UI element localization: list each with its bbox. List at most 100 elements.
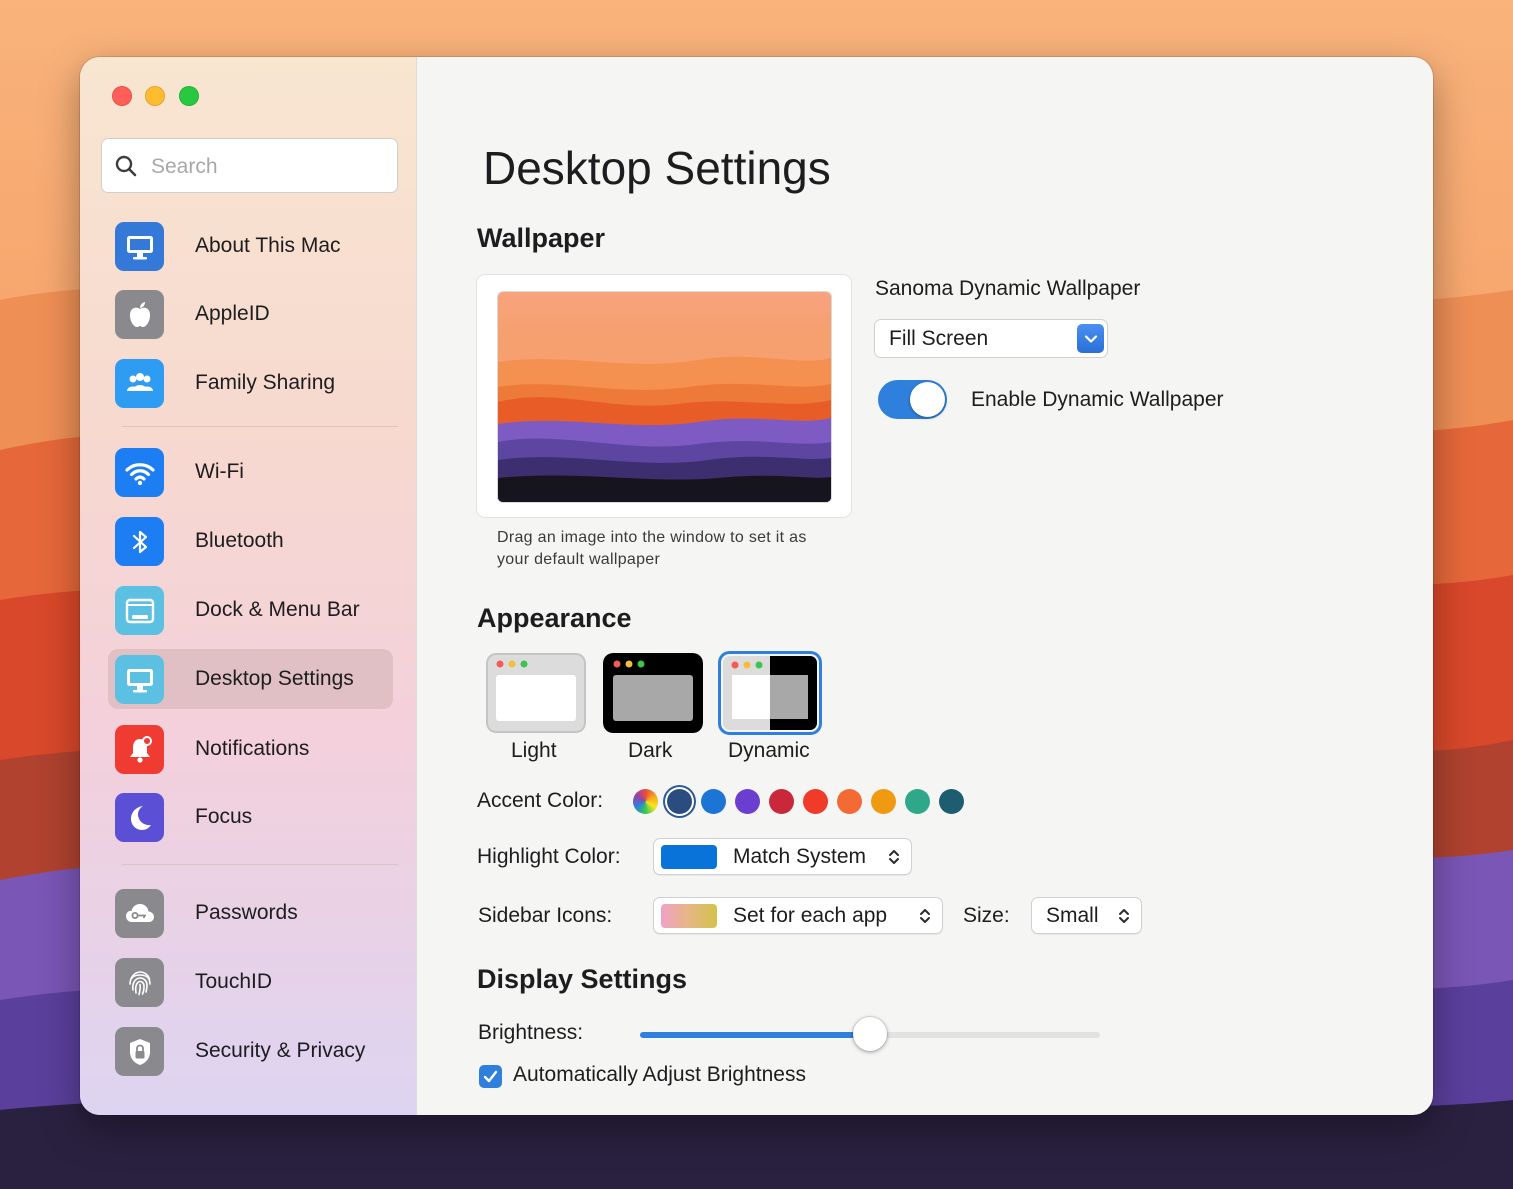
accent-color-swatch[interactable] [837, 789, 862, 814]
wifi-icon [115, 448, 164, 497]
dark-mode-thumbnail [603, 653, 703, 733]
popup-value: Set for each app [733, 904, 888, 927]
highlight-color-chip [661, 845, 717, 869]
minimize-window-button[interactable] [145, 86, 165, 106]
brightness-label: Brightness: [478, 1021, 584, 1044]
appearance-option-dark[interactable]: Dark [603, 653, 713, 773]
settings-window: About This Mac AppleID Family Sharing Wi… [80, 57, 1433, 1115]
sidebar-item-label: AppleID [195, 302, 270, 325]
up-down-chevron-icon [889, 850, 899, 864]
display-icon [115, 222, 164, 271]
sidebar-item-appleid[interactable]: AppleID [108, 284, 398, 344]
accent-color-swatch[interactable] [905, 789, 930, 814]
sidebar-item-notifications[interactable]: Notifications [108, 719, 398, 779]
accent-color-label: Accent Color: [477, 789, 604, 812]
sidebar-item-label: Dock & Menu Bar [195, 598, 360, 621]
search-input[interactable] [149, 139, 393, 194]
accent-color-swatch[interactable] [701, 789, 726, 814]
toggle-knob [910, 382, 945, 417]
search-icon [115, 155, 137, 177]
sidebar-item-label: Bluetooth [195, 529, 284, 552]
accent-color-swatch[interactable] [667, 789, 692, 814]
sidebar-item-focus[interactable]: Focus [108, 787, 398, 847]
appearance-label: Dynamic [728, 739, 810, 762]
sidebar-icons-chip [661, 904, 717, 928]
chevron-down-icon [1077, 324, 1104, 353]
accent-color-swatch[interactable] [939, 789, 964, 814]
appearance-option-dynamic[interactable]: Dynamic [718, 651, 830, 773]
lock-icon [115, 1027, 164, 1076]
checkmark-icon [483, 1070, 498, 1083]
sidebar-item-label: Focus [195, 805, 253, 828]
popup-value: Match System [733, 845, 867, 868]
sidebar-item-passwords[interactable]: Passwords [108, 883, 398, 943]
appearance-label: Light [511, 739, 557, 762]
dropdown-value: Fill Screen [889, 327, 989, 350]
dynamic-wallpaper-toggle[interactable] [878, 380, 947, 419]
appearance-heading: Appearance [477, 603, 632, 633]
sidebar-item-about-this-mac[interactable]: About This Mac [108, 216, 398, 276]
sidebar-item-bluetooth[interactable]: Bluetooth [108, 511, 398, 571]
dynamic-mode-thumbnail [718, 651, 822, 735]
sidebar-item-dock-menu-bar[interactable]: Dock & Menu Bar [108, 580, 398, 640]
bell-icon [115, 725, 164, 774]
sidebar-item-family-sharing[interactable]: Family Sharing [108, 353, 398, 413]
main-content: Desktop Settings Wallpaper Drag an image… [417, 57, 1433, 1115]
dock-icon [115, 586, 164, 635]
display-settings-heading: Display Settings [477, 964, 688, 994]
zoom-window-button[interactable] [179, 86, 199, 106]
bluetooth-icon [115, 517, 164, 566]
page-title: Desktop Settings [483, 142, 831, 194]
family-icon [115, 359, 164, 408]
wallpaper-preview [498, 292, 831, 502]
appearance-label: Dark [628, 739, 673, 762]
sidebar-divider [122, 426, 398, 427]
sidebar-item-label: Family Sharing [195, 371, 336, 394]
brightness-slider[interactable] [640, 1017, 1100, 1051]
sidebar-item-label: Wi-Fi [195, 460, 244, 483]
slider-fill [640, 1032, 870, 1038]
size-label: Size: [963, 904, 1010, 927]
up-down-chevron-icon [1119, 909, 1129, 923]
accent-color-swatch[interactable] [735, 789, 760, 814]
sidebar-item-wifi[interactable]: Wi-Fi [108, 442, 398, 502]
fingerprint-icon [115, 958, 164, 1007]
sidebar-divider [122, 864, 398, 865]
close-window-button[interactable] [112, 86, 132, 106]
sidebar-item-label: Passwords [195, 901, 298, 924]
slider-knob[interactable] [853, 1017, 887, 1051]
apple-icon [115, 290, 164, 339]
moon-icon [115, 793, 164, 842]
key-cloud-icon [115, 889, 164, 938]
search-field[interactable] [101, 138, 398, 194]
size-popup[interactable]: Small [1031, 897, 1142, 934]
wallpaper-heading: Wallpaper [477, 223, 606, 253]
sidebar-item-desktop-settings[interactable]: Desktop Settings [108, 649, 398, 709]
sidebar-icons-label: Sidebar Icons: [478, 904, 613, 927]
sidebar-icons-popup[interactable]: Set for each app [653, 897, 943, 934]
appearance-option-light[interactable]: Light [486, 653, 596, 773]
sidebar-item-label: Security & Privacy [195, 1039, 366, 1062]
light-mode-thumbnail [486, 653, 586, 733]
accent-color-swatch[interactable] [633, 789, 658, 814]
sidebar-item-label: TouchID [195, 970, 273, 993]
auto-brightness-label: Automatically Adjust Brightness [513, 1063, 806, 1086]
wallpaper-name: Sanoma Dynamic Wallpaper [875, 277, 1141, 300]
sidebar: About This Mac AppleID Family Sharing Wi… [80, 57, 417, 1115]
sidebar-item-touchid[interactable]: TouchID [108, 952, 398, 1012]
sidebar-item-security-privacy[interactable]: Security & Privacy [108, 1021, 398, 1081]
desktop-icon [115, 655, 164, 704]
sidebar-item-label: About This Mac [195, 234, 341, 257]
sidebar-item-label: Desktop Settings [195, 667, 354, 690]
accent-color-swatch[interactable] [871, 789, 896, 814]
accent-color-swatch[interactable] [769, 789, 794, 814]
sidebar-item-label: Notifications [195, 737, 310, 760]
wallpaper-hint: Drag an image into the window to set it … [497, 529, 807, 568]
up-down-chevron-icon [920, 909, 930, 923]
highlight-color-popup[interactable]: Match System [653, 838, 912, 875]
wallpaper-drop-zone[interactable] [476, 274, 852, 518]
accent-color-swatch[interactable] [803, 789, 828, 814]
auto-brightness-checkbox[interactable] [479, 1065, 502, 1088]
highlight-color-label: Highlight Color: [477, 845, 621, 868]
wallpaper-fit-dropdown[interactable]: Fill Screen [874, 319, 1108, 358]
